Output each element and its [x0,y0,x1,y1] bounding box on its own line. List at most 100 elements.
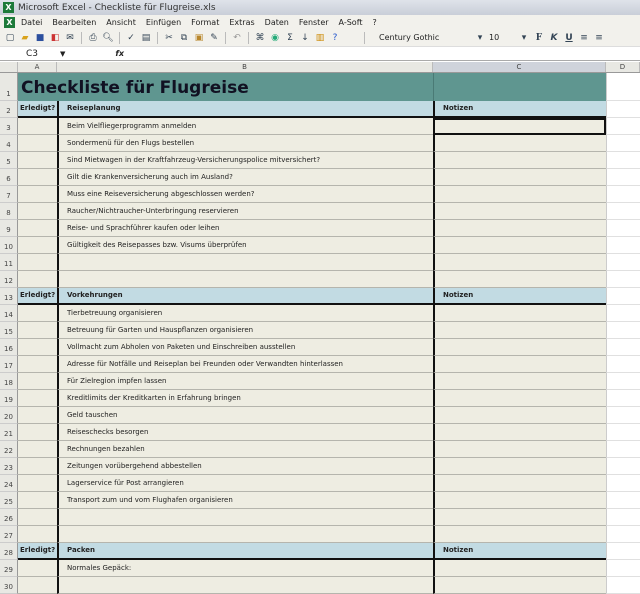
section-header[interactable]: Vorkehrungen [57,288,433,305]
cell-d[interactable] [606,220,640,237]
cell-d[interactable] [606,135,640,152]
notes-cell[interactable] [433,322,606,339]
cell-d[interactable] [606,509,640,526]
task-cell[interactable]: Gültigkeit des Reisepasses bzw. Visums ü… [57,237,433,254]
menu-fenster[interactable]: Fenster [299,18,329,27]
row-header[interactable]: 11 [0,254,18,271]
copy-icon[interactable]: ⧉ [178,32,190,44]
row-header[interactable]: 5 [0,152,18,169]
done-cell[interactable] [18,458,57,475]
task-cell[interactable]: Normales Gepäck: [57,560,433,577]
row-header[interactable]: 30 [0,577,18,594]
align-left-icon[interactable]: ≡ [578,32,590,44]
name-box[interactable]: C3 [0,49,60,59]
menu-daten[interactable]: Daten [265,18,289,27]
cell-c[interactable] [433,73,606,101]
cell-d[interactable] [606,543,640,560]
cell-d[interactable] [606,254,640,271]
cell-d[interactable] [606,441,640,458]
cell-d[interactable] [606,492,640,509]
row-header[interactable]: 21 [0,424,18,441]
notes-cell[interactable] [433,424,606,441]
bold-button[interactable]: F [533,32,545,44]
undo-icon[interactable]: ↶ [231,32,243,44]
autosum-icon[interactable]: Σ [284,32,296,44]
menu-datei[interactable]: Datei [21,18,42,27]
notes-cell[interactable] [433,339,606,356]
help-icon[interactable]: ? [329,32,341,44]
select-all-button[interactable] [0,62,18,72]
open-icon[interactable]: ▰ [19,32,31,44]
notes-cell[interactable] [433,475,606,492]
task-cell[interactable] [57,526,433,543]
notes-cell[interactable] [433,441,606,458]
sheet-title[interactable]: Checkliste für Flugreise [18,73,433,101]
notes-cell[interactable] [433,560,606,577]
notes-cell[interactable] [433,390,606,407]
done-cell[interactable] [18,186,57,203]
notes-cell[interactable] [433,135,606,152]
chevron-down-icon[interactable]: ▼ [60,50,65,58]
task-cell[interactable]: Geld tauschen [57,407,433,424]
done-cell[interactable] [18,407,57,424]
section-header[interactable]: Reiseplanung [57,101,433,118]
cell-d[interactable] [606,288,640,305]
chevron-down-icon[interactable]: ▾ [518,32,530,44]
row-header[interactable]: 7 [0,186,18,203]
cell-d[interactable] [606,118,640,135]
done-cell[interactable] [18,118,57,135]
fx-icon[interactable]: fx [115,49,124,58]
cell-d[interactable] [606,373,640,390]
done-cell[interactable] [18,322,57,339]
save-icon[interactable]: ■ [34,32,46,44]
row-header[interactable]: 16 [0,339,18,356]
cell-d[interactable] [606,356,640,373]
done-cell[interactable] [18,424,57,441]
column-header-c[interactable]: C [433,62,606,72]
notes-cell[interactable] [433,152,606,169]
row-header[interactable]: 10 [0,237,18,254]
task-cell[interactable]: Sind Mietwagen in der Kraftfahrzeug-Vers… [57,152,433,169]
cell-d[interactable] [606,101,640,118]
notes-cell[interactable] [433,271,606,288]
column-header-a[interactable]: A [18,62,57,72]
task-cell[interactable]: Betreuung für Garten und Hauspflanzen or… [57,322,433,339]
cut-icon[interactable]: ✂ [163,32,175,44]
cell-d[interactable] [606,339,640,356]
done-cell[interactable] [18,492,57,509]
row-header[interactable]: 15 [0,322,18,339]
done-cell[interactable] [18,577,57,594]
chevron-down-icon[interactable]: ▾ [474,32,486,44]
cell-d[interactable] [606,390,640,407]
notes-cell[interactable] [433,305,606,322]
font-name-dropdown[interactable]: Century Gothic [376,32,471,44]
menu-format[interactable]: Format [191,18,219,27]
cell-d[interactable] [606,475,640,492]
menu-help[interactable]: ? [373,18,377,27]
task-cell[interactable]: Tierbetreuung organisieren [57,305,433,322]
task-cell[interactable]: Vollmacht zum Abholen von Paketen und Ei… [57,339,433,356]
notes-cell[interactable] [433,203,606,220]
row-header[interactable]: 8 [0,203,18,220]
notes-cell[interactable] [433,577,606,594]
row-header[interactable]: 20 [0,407,18,424]
cell-d[interactable] [606,322,640,339]
cell-d[interactable] [606,271,640,288]
notes-cell[interactable] [433,254,606,271]
menu-bearbeiten[interactable]: Bearbeiten [52,18,96,27]
row-header[interactable]: 1 [0,73,18,101]
task-cell[interactable] [57,509,433,526]
task-cell[interactable]: Muss eine Reiseversicherung abgeschlosse… [57,186,433,203]
row-header[interactable]: 18 [0,373,18,390]
row-header[interactable]: 19 [0,390,18,407]
cell-d[interactable] [606,305,640,322]
notes-cell[interactable] [433,169,606,186]
globe-icon[interactable]: ◉ [269,32,281,44]
task-cell[interactable]: Lagerservice für Post arrangieren [57,475,433,492]
cell-d[interactable] [606,407,640,424]
task-cell[interactable]: Sondermenü für den Flugs bestellen [57,135,433,152]
print-preview-icon[interactable]: 🔍︎ [102,32,114,44]
menu-ansicht[interactable]: Ansicht [106,18,136,27]
done-header[interactable]: Erledigt? [18,543,57,560]
cell-d[interactable] [606,152,640,169]
